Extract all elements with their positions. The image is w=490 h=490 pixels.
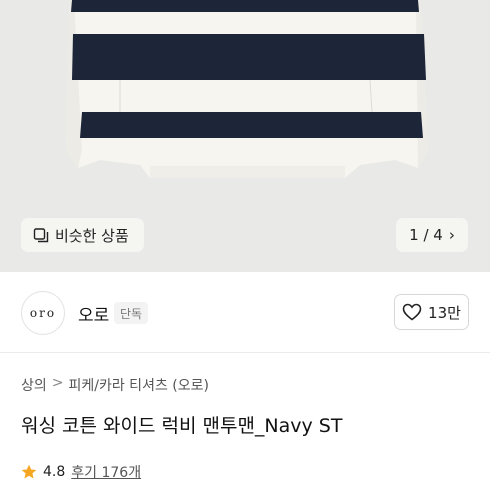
exclusive-badge: 단독: [114, 302, 149, 324]
chevron-right-icon: ›: [448, 226, 455, 244]
image-pager-text: 1 / 4: [409, 226, 443, 244]
similar-items-icon: [33, 228, 49, 243]
rating-score: 4.8: [43, 464, 66, 480]
divider: [0, 352, 490, 353]
like-button[interactable]: 13만: [394, 294, 469, 330]
rating-row: 4.8 후기 176개: [21, 462, 141, 482]
star-icon: [21, 464, 37, 479]
breadcrumb: 상의 > 피케/카라 티셔츠 (오로): [21, 375, 209, 395]
product-title: 워싱 코튼 와이드 럭비 맨투맨_Navy ST: [21, 415, 343, 437]
like-count: 13만: [428, 303, 461, 322]
similar-products-label: 비슷한 상품: [55, 226, 129, 245]
breadcrumb-separator: >: [51, 375, 64, 391]
image-pager-button[interactable]: 1 / 4 ›: [396, 218, 468, 252]
similar-products-button[interactable]: 비슷한 상품: [21, 218, 144, 252]
brand-name[interactable]: 오로: [78, 301, 109, 326]
product-image-carousel[interactable]: 비슷한 상품 1 / 4 ›: [0, 0, 490, 272]
brand-logo[interactable]: oro: [21, 291, 65, 335]
brand-row: oro 오로 단독 13만: [0, 272, 490, 352]
reviews-link[interactable]: 후기 176개: [71, 462, 141, 482]
heart-icon: [402, 303, 422, 321]
breadcrumb-item-category[interactable]: 상의: [21, 375, 47, 395]
breadcrumb-item-subcategory[interactable]: 피케/카라 티셔츠 (오로): [69, 375, 209, 395]
